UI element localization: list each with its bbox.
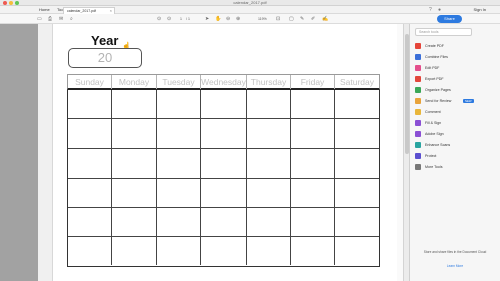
tool-label: Adobe Sign bbox=[425, 132, 444, 136]
day-header-sunday: Sunday bbox=[68, 75, 112, 89]
learn-more-link[interactable]: Learn More bbox=[415, 264, 495, 268]
new-badge: NEW bbox=[463, 99, 474, 103]
day-divider bbox=[111, 90, 112, 265]
year-value: 20 bbox=[97, 50, 113, 65]
tool-send-for-review[interactable]: Send for Review NEW bbox=[415, 97, 495, 106]
draw-icon[interactable]: ✐ bbox=[311, 16, 315, 22]
tool-protect[interactable]: Protect bbox=[415, 152, 495, 161]
day-header-tuesday: Tuesday bbox=[157, 75, 201, 89]
tool-label: Protect bbox=[425, 154, 437, 158]
zoom-level-field[interactable]: 119% bbox=[258, 16, 267, 22]
mail-icon[interactable]: ✉ bbox=[59, 16, 63, 22]
export-pdf-icon bbox=[415, 76, 421, 82]
select-tool-icon[interactable]: ➤ bbox=[205, 16, 209, 22]
organize-pages-icon bbox=[415, 87, 421, 93]
sign-in-link[interactable]: Sign In bbox=[474, 6, 486, 14]
day-header-thursday: Thursday bbox=[247, 75, 291, 89]
year-heading: Year bbox=[91, 33, 119, 48]
hand-tool-icon[interactable]: ✋ bbox=[215, 16, 221, 22]
tool-label: More Tools bbox=[425, 165, 443, 169]
day-divider bbox=[246, 90, 247, 265]
tool-label: Fill & Sign bbox=[425, 121, 442, 125]
week-divider bbox=[68, 207, 379, 208]
week-divider bbox=[68, 178, 379, 179]
tool-enhance-scans[interactable]: Enhance Scans bbox=[415, 141, 495, 150]
comment-icon[interactable]: ▢ bbox=[289, 16, 294, 22]
help-icon[interactable]: ? bbox=[429, 7, 432, 13]
tool-label: Export PDF bbox=[425, 77, 444, 81]
combine-files-icon bbox=[415, 54, 421, 60]
tool-label: Send for Review bbox=[425, 99, 452, 103]
tab-document[interactable]: calendar_2017.pdf × bbox=[63, 7, 115, 14]
day-header-saturday: Saturday bbox=[339, 77, 375, 87]
tab-home[interactable]: Home bbox=[39, 6, 50, 14]
day-divider bbox=[200, 90, 201, 265]
tool-export-pdf[interactable]: Export PDF bbox=[415, 75, 495, 84]
adobe-sign-icon bbox=[415, 131, 421, 137]
create-pdf-icon bbox=[415, 43, 421, 49]
share-button-label: Share bbox=[444, 16, 455, 21]
tool-label: Create PDF bbox=[425, 44, 444, 48]
zoom-in-icon[interactable]: ⊕ bbox=[236, 16, 240, 22]
tab-document-label: calendar_2017.pdf bbox=[67, 9, 96, 13]
tool-fill-sign[interactable]: Fill & Sign bbox=[415, 119, 495, 128]
page-up-icon[interactable]: ⊙ bbox=[157, 16, 161, 22]
page-total: / 1 bbox=[186, 17, 190, 21]
tool-label: Combine Files bbox=[425, 55, 448, 59]
tool-comment[interactable]: Comment bbox=[415, 108, 495, 117]
day-header-friday: Friday bbox=[291, 75, 335, 89]
tool-edit-pdf[interactable]: Edit PDF bbox=[415, 64, 495, 73]
calendar-header: Sunday Monday Tuesday Wednesday Thursday… bbox=[67, 74, 380, 90]
tool-organize-pages[interactable]: Organize Pages bbox=[415, 86, 495, 95]
day-header-wednesday: Wednesday bbox=[201, 75, 247, 89]
tool-label: Edit PDF bbox=[425, 66, 440, 70]
zoom-out-icon[interactable]: ⊖ bbox=[226, 16, 230, 22]
enhance-scans-icon bbox=[415, 142, 421, 148]
tool-create-pdf[interactable]: Create PDF bbox=[415, 42, 495, 51]
page-gutter bbox=[38, 24, 53, 281]
comment-tool-icon bbox=[415, 109, 421, 115]
share-button[interactable]: Share bbox=[437, 15, 462, 23]
send-for-review-icon bbox=[415, 98, 421, 104]
tool-label: Enhance Scans bbox=[425, 143, 451, 147]
edit-pdf-icon bbox=[415, 65, 421, 71]
tools-panel: Search tools Create PDF Combine Files Ed… bbox=[409, 24, 500, 281]
tool-label: Comment bbox=[425, 110, 441, 114]
left-margin bbox=[0, 24, 38, 281]
document-cloud-message: Store and share files in the Document Cl… bbox=[423, 250, 487, 254]
week-divider bbox=[68, 148, 379, 149]
day-divider bbox=[334, 90, 335, 265]
search-icon[interactable]: ⌕ bbox=[70, 16, 73, 22]
day-divider bbox=[290, 90, 291, 265]
calendar-cells bbox=[67, 90, 380, 267]
print-icon[interactable]: ⎙ bbox=[48, 16, 52, 22]
tab-bar: Home Tools calendar_2017.pdf × ? ● Sign … bbox=[0, 6, 500, 14]
tool-label: Organize Pages bbox=[425, 88, 451, 92]
acrobat-window: calendar_2017.pdf Home Tools calendar_20… bbox=[0, 0, 500, 281]
year-field: 20 bbox=[68, 48, 142, 68]
tool-adobe-sign[interactable]: Adobe Sign bbox=[415, 130, 495, 139]
calendar-grid: Sunday Monday Tuesday Wednesday Thursday… bbox=[67, 74, 380, 267]
fill-sign-icon bbox=[415, 120, 421, 126]
highlight-icon[interactable]: ✎ bbox=[300, 16, 304, 22]
save-icon[interactable]: ▭ bbox=[37, 16, 42, 22]
fit-page-icon[interactable]: ⊡ bbox=[276, 16, 280, 22]
week-divider bbox=[68, 118, 379, 119]
shield-icon bbox=[415, 153, 421, 159]
day-header-monday: Monday bbox=[112, 75, 157, 89]
day-divider bbox=[156, 90, 157, 265]
sign-icon[interactable]: ✍ bbox=[322, 16, 328, 22]
tool-more-tools[interactable]: More Tools bbox=[415, 163, 495, 172]
bell-icon[interactable]: ● bbox=[438, 7, 441, 13]
more-tools-icon bbox=[415, 164, 421, 170]
week-divider bbox=[68, 236, 379, 237]
tools-search-input[interactable]: Search tools bbox=[415, 28, 472, 36]
page-down-icon[interactable]: ⊙ bbox=[167, 16, 171, 22]
main-toolbar: ▭ ⎙ ✉ ⌕ ⊙ ⊙ 1 / 1 ➤ ✋ ⊖ ⊕ 119% ⊡ ▢ ✎ ✐ ✍… bbox=[0, 14, 500, 24]
page-number-field[interactable]: 1 bbox=[180, 16, 182, 22]
tool-combine-files[interactable]: Combine Files bbox=[415, 53, 495, 62]
